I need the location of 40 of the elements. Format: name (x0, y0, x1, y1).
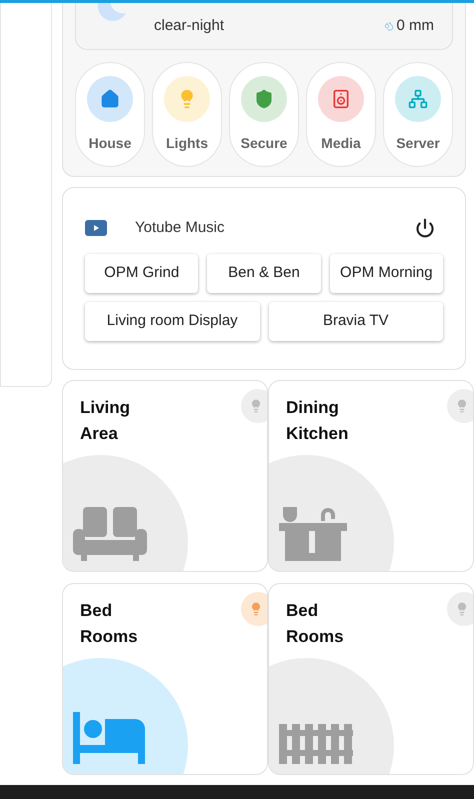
shortcut-button[interactable]: Lights (152, 62, 222, 167)
room-card[interactable]: Dining Kitchen (268, 380, 474, 572)
shortcut-button[interactable]: Secure (229, 62, 299, 167)
bed-icon (73, 712, 147, 764)
light-button[interactable] (241, 389, 267, 423)
bulb-icon (455, 602, 469, 616)
bulb-icon (249, 399, 263, 413)
sink-icon (279, 507, 347, 561)
power-button[interactable] (415, 218, 435, 238)
room-card[interactable]: Bed Rooms (268, 583, 474, 775)
room-name: Dining Kitchen (286, 397, 348, 445)
source-button[interactable]: OPM Grind (85, 254, 198, 293)
raindrop-icon (384, 21, 394, 31)
shortcut-button[interactable]: Server (383, 62, 453, 167)
network-icon (408, 89, 428, 109)
light-button[interactable] (447, 389, 473, 423)
shortcut-button[interactable]: House (75, 62, 145, 167)
room-name: Bed Rooms (80, 600, 138, 648)
bulb-icon (455, 399, 469, 413)
fence-icon (279, 724, 353, 764)
source-button[interactable]: OPM Morning (330, 254, 443, 293)
play-icon (85, 220, 107, 236)
shield-icon (254, 89, 274, 109)
source-button[interactable]: Living room Display (85, 302, 260, 341)
house-icon (100, 89, 120, 109)
shortcut-button[interactable]: Media (306, 62, 376, 167)
room-name: Bed Rooms (286, 600, 344, 648)
source-button[interactable]: Bravia TV (268, 302, 443, 341)
weather-condition: clear-night (154, 16, 224, 36)
light-button[interactable] (241, 592, 267, 626)
room-name: Living Area (80, 397, 130, 445)
room-card[interactable]: Bed Rooms (62, 583, 268, 775)
media-title: Yotube Music (135, 218, 225, 238)
speaker-icon (331, 89, 351, 109)
light-button[interactable] (447, 592, 473, 626)
bulb-icon (249, 602, 263, 616)
sofa-icon (73, 507, 147, 561)
room-card[interactable]: Living Area (62, 380, 268, 572)
precipitation-value: 0 mm (396, 16, 434, 36)
source-button[interactable]: Ben & Ben (207, 254, 321, 293)
